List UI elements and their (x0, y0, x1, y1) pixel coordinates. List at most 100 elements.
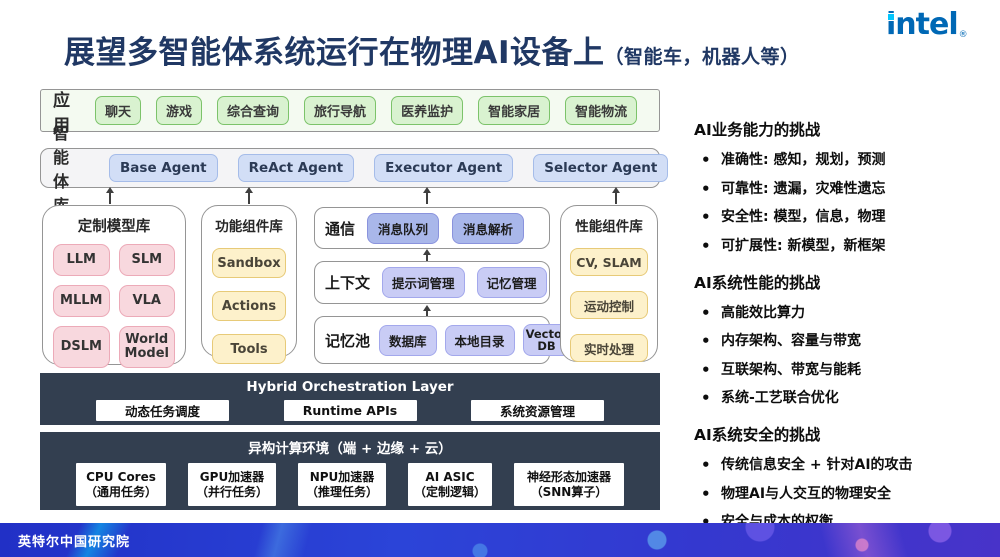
mem-chip-local-dir: 本地目录 (445, 325, 515, 356)
func-chip-sandbox: Sandbox (212, 248, 286, 278)
memory-pool-label: 记忆池 (325, 330, 370, 351)
challenges-panel: AI业务能力的挑战 准确性: 感知，规划，预测 可靠性: 遗漏，灾难性遗忘 安全… (694, 118, 994, 547)
challenge-section-business: AI业务能力的挑战 准确性: 感知，规划，预测 可靠性: 遗漏，灾难性遗忘 安全… (694, 118, 994, 256)
model-chip-grid: LLM SLM MLLM VLA DSLM World Model (43, 236, 185, 368)
up-arrow-icon (244, 187, 254, 204)
intel-logo-text: intel (886, 8, 958, 42)
page-title-suffix: （智能车，机器人等） (605, 46, 800, 68)
heterogeneous-compute-title: 异构计算环境（端 + 边缘 + 云） (40, 437, 660, 457)
compute-box-gpu-role: （并行任务） (196, 485, 268, 500)
challenge-bullet: 准确性: 感知，规划，预测 (694, 151, 994, 170)
app-chip-smart-home: 智能家居 (478, 96, 550, 125)
compute-box-neuromorphic-name: 神经形态加速器 (527, 470, 611, 485)
page-title: 展望多智能体系统运行在物理AI设备上（智能车，机器人等） (64, 27, 800, 72)
challenge-bullet: 可靠性: 遗漏，灾难性遗忘 (694, 180, 994, 199)
orch-box-runtime-apis: Runtime APIs (284, 400, 417, 421)
compute-box-gpu-name: GPU加速器 (200, 470, 264, 485)
heterogeneous-compute-bar: 异构计算环境（端 + 边缘 + 云） CPU Cores （通用任务） GPU加… (40, 432, 660, 510)
agent-library-layer: 智能体库 Base Agent ReAct Agent Executor Age… (40, 148, 660, 188)
agent-chip-react: ReAct Agent (238, 154, 355, 182)
challenge-title-performance: AI系统性能的挑战 (694, 271, 994, 293)
comm-chip-message-queue: 消息队列 (367, 213, 439, 244)
model-chip-llm: LLM (53, 244, 110, 276)
compute-box-npu: NPU加速器 （推理任务） (298, 463, 386, 506)
performance-component-library-panel: 性能组件库 CV, SLAM 运动控制 实时处理 (560, 205, 658, 362)
ctx-chip-prompt-mgmt: 提示词管理 (382, 267, 465, 298)
custom-model-library-title: 定制模型库 (43, 215, 185, 236)
app-chip-navigation: 旅行导航 (304, 96, 376, 125)
perf-chip-motion-control: 运动控制 (570, 291, 648, 319)
performance-component-library-title: 性能组件库 (561, 215, 657, 235)
challenge-bullet: 物理AI与人交互的物理安全 (694, 485, 994, 504)
app-chip-healthcare: 医养监护 (391, 96, 463, 125)
compute-box-npu-name: NPU加速器 (310, 470, 375, 485)
challenge-bullet: 系统-工艺联合优化 (694, 389, 994, 408)
challenge-bullet: 传统信息安全 + 针对AI的攻击 (694, 456, 994, 475)
page-title-main: 展望多智能体系统运行在物理AI设备上 (64, 35, 605, 71)
model-chip-world-model: World Model (119, 326, 176, 368)
challenge-section-performance: AI系统性能的挑战 高能效比算力 内存架构、容量与带宽 互联架构、带宽与能耗 系… (694, 271, 994, 409)
app-chip-query: 综合查询 (217, 96, 289, 125)
challenge-title-security: AI系统安全的挑战 (694, 423, 994, 445)
orch-box-resource-mgmt: 系统资源管理 (471, 400, 604, 421)
challenge-list-performance: 高能效比算力 内存架构、容量与带宽 互联架构、带宽与能耗 系统-工艺联合优化 (694, 304, 994, 409)
app-chip-logistics: 智能物流 (565, 96, 637, 125)
mem-chip-database: 数据库 (379, 325, 437, 356)
compute-box-neuromorphic: 神经形态加速器 （SNN算子） (514, 463, 624, 506)
model-chip-slm: SLM (119, 244, 176, 276)
challenge-list-business: 准确性: 感知，规划，预测 可靠性: 遗漏，灾难性遗忘 安全性: 模型，信息，物… (694, 151, 994, 256)
compute-items-row: CPU Cores （通用任务） GPU加速器 （并行任务） NPU加速器 （推… (40, 463, 660, 506)
app-chip-chat: 聊天 (95, 96, 141, 125)
ctx-chip-memory-mgmt: 记忆管理 (477, 267, 547, 298)
communication-label: 通信 (325, 218, 355, 239)
comm-chip-message-parse: 消息解析 (452, 213, 524, 244)
challenge-title-business: AI业务能力的挑战 (694, 118, 994, 140)
compute-box-asic-name: AI ASIC (425, 470, 474, 485)
agent-chip-selector: Selector Agent (533, 154, 668, 182)
orchestration-layer-title: Hybrid Orchestration Layer (40, 379, 660, 395)
agent-chip-base: Base Agent (109, 154, 218, 182)
memory-pool-box: 记忆池 数据库 本地目录 Vector DB (314, 316, 550, 364)
perf-chip-realtime: 实时处理 (570, 334, 648, 362)
context-label: 上下文 (325, 272, 370, 293)
footer-org-name: 英特尔中国研究院 (18, 531, 130, 550)
challenge-bullet: 可扩展性: 新模型，新框架 (694, 237, 994, 256)
application-layer: 应用 聊天 游戏 综合查询 旅行导航 医养监护 智能家居 智能物流 (40, 89, 660, 132)
compute-box-cpu-role: （通用任务） (85, 485, 157, 500)
orchestration-layer-bar: Hybrid Orchestration Layer 动态任务调度 Runtim… (40, 373, 660, 425)
compute-box-asic: AI ASIC （定制逻辑） (408, 463, 492, 506)
communication-box: 通信 消息队列 消息解析 (314, 207, 550, 249)
compute-box-npu-role: （推理任务） (306, 485, 378, 500)
up-arrow-icon (422, 249, 432, 261)
challenge-bullet: 互联架构、带宽与能耗 (694, 361, 994, 380)
footer-banner: 英特尔中国研究院 (0, 523, 1000, 557)
model-chip-mllm: MLLM (53, 285, 110, 317)
compute-box-asic-role: （定制逻辑） (414, 485, 486, 500)
registered-mark: ® (959, 28, 968, 42)
orch-box-task-scheduling: 动态任务调度 (96, 400, 229, 421)
model-chip-vla: VLA (119, 285, 176, 317)
agent-chip-executor: Executor Agent (374, 154, 513, 182)
presentation-slide: 展望多智能体系统运行在物理AI设备上（智能车，机器人等） intel ® 应用 … (0, 0, 1000, 557)
challenge-bullet: 高能效比算力 (694, 304, 994, 323)
intel-i-dot-icon (887, 13, 895, 21)
orchestration-items-row: 动态任务调度 Runtime APIs 系统资源管理 (40, 400, 660, 421)
func-chip-tools: Tools (212, 334, 286, 364)
challenge-bullet: 安全性: 模型，信息，物理 (694, 208, 994, 227)
compute-box-gpu: GPU加速器 （并行任务） (188, 463, 276, 506)
model-chip-dslm: DSLM (53, 326, 110, 368)
compute-box-cpu-name: CPU Cores (86, 470, 156, 485)
up-arrow-icon (611, 187, 621, 204)
up-arrow-icon (422, 305, 432, 316)
func-chip-actions: Actions (212, 291, 286, 321)
challenge-bullet: 内存架构、容量与带宽 (694, 332, 994, 351)
context-box: 上下文 提示词管理 记忆管理 (314, 261, 550, 304)
function-component-library-title: 功能组件库 (202, 215, 296, 235)
agent-library-label: 智能体库 (53, 120, 69, 216)
up-arrow-icon (422, 187, 432, 204)
intel-logo: intel ® (886, 8, 968, 42)
function-component-library-panel: 功能组件库 Sandbox Actions Tools (201, 205, 297, 357)
challenge-list-security: 传统信息安全 + 针对AI的攻击 物理AI与人交互的物理安全 安全与成本的权衡 (694, 456, 994, 532)
challenge-section-security: AI系统安全的挑战 传统信息安全 + 针对AI的攻击 物理AI与人交互的物理安全… (694, 423, 994, 532)
compute-box-cpu: CPU Cores （通用任务） (76, 463, 166, 506)
